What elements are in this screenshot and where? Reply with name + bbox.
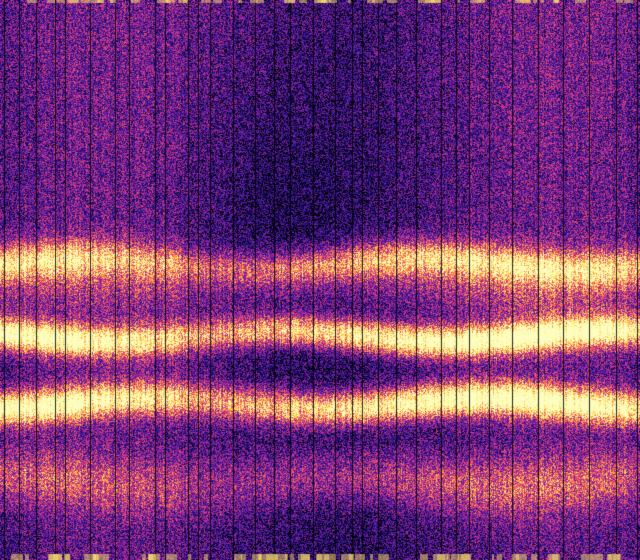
spectrogram-image [0, 0, 640, 560]
